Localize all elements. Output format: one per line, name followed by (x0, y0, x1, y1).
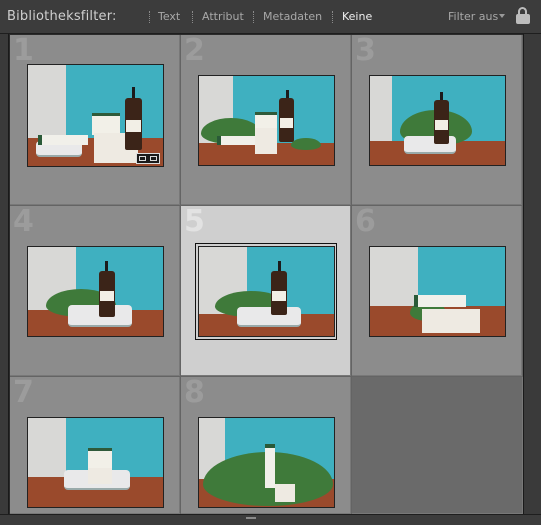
bottom-panel-edge[interactable] (0, 514, 541, 525)
cell-index: 4 (13, 204, 34, 239)
grid-cell[interactable]: 4 (10, 204, 180, 376)
grid-cell[interactable]: 8 (181, 375, 351, 514)
photo-thumbnail[interactable] (27, 417, 164, 508)
left-panel-edge[interactable] (0, 34, 9, 525)
grid-cell[interactable]: 2 (181, 33, 351, 205)
filter-tab-attribute[interactable]: Attribut (202, 10, 244, 23)
cell-index: 3 (355, 33, 376, 68)
crop-edit-badge-icon (136, 153, 160, 164)
grid-cell-selected[interactable]: 5 (181, 204, 351, 376)
photo-thumbnail[interactable] (198, 75, 335, 166)
filter-tab-text[interactable]: Text (158, 10, 180, 23)
separator (332, 11, 333, 23)
cell-index: 1 (13, 33, 34, 68)
photo-thumbnail[interactable] (369, 75, 506, 166)
grid-cell[interactable]: 3 (352, 33, 522, 205)
empty-grid-slot (352, 377, 523, 514)
filter-tab-metadata[interactable]: Metadaten (263, 10, 322, 23)
cell-index: 6 (355, 204, 376, 239)
cell-index: 2 (184, 33, 205, 68)
photo-thumbnail[interactable] (198, 417, 335, 508)
filter-tab-none[interactable]: Keine (342, 10, 372, 23)
photo-thumbnail[interactable] (27, 246, 164, 337)
thumbnail-grid: 1 2 3 4 5 6 7 8 (10, 33, 523, 514)
photo-thumbnail[interactable] (198, 246, 335, 337)
photo-thumbnail[interactable] (27, 64, 164, 167)
library-filter-label: Bibliotheksfilter: (7, 9, 117, 24)
chevron-down-icon[interactable] (499, 14, 505, 18)
separator (149, 11, 150, 23)
grid-cell[interactable]: 7 (10, 375, 180, 514)
panel-toggle-icon[interactable] (246, 517, 256, 524)
cell-index: 7 (13, 375, 34, 410)
filter-preset-dropdown[interactable]: Filter aus (448, 10, 498, 23)
grid-cell[interactable]: 1 (10, 33, 180, 205)
unlocked-lock-icon[interactable] (516, 7, 530, 25)
right-scrollbar[interactable] (523, 34, 541, 525)
separator (253, 11, 254, 23)
cell-index: 8 (184, 375, 205, 410)
cell-index: 5 (184, 204, 205, 239)
photo-thumbnail[interactable] (369, 246, 506, 337)
library-filter-bar: Bibliotheksfilter: Text Attribut Metadat… (0, 0, 541, 34)
separator (192, 11, 193, 23)
grid-cell[interactable]: 6 (352, 204, 522, 376)
